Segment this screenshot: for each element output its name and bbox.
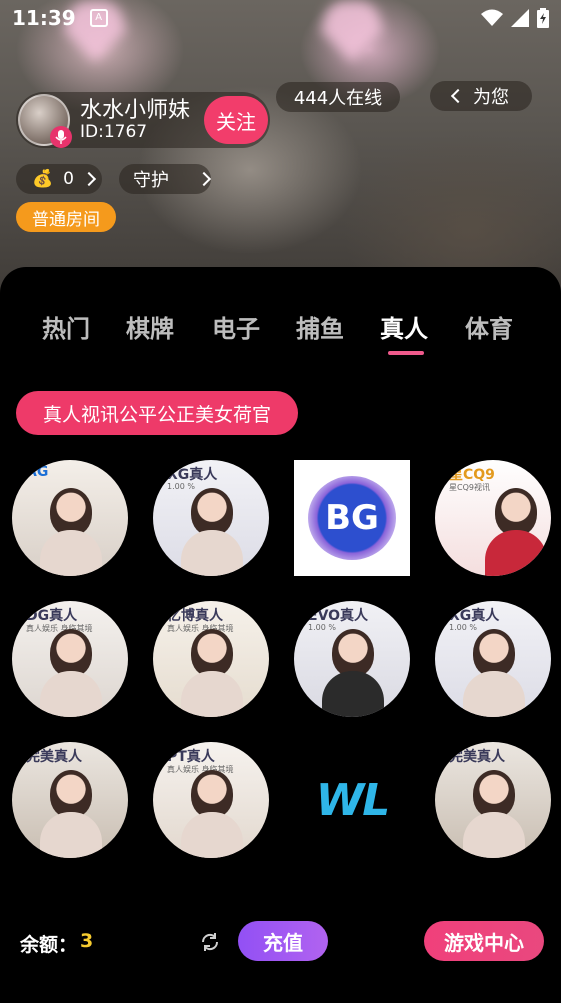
dealer-image [495,488,537,536]
game-tile-xg-2[interactable]: XG真人 1.00 % [435,601,551,717]
recharge-button[interactable]: 充值 [238,921,328,961]
online-count-pill[interactable]: 444人在线 [276,82,400,112]
game-tile-label: 星CQ9 [449,467,495,483]
room-type-badge: 普通房间 [16,202,116,232]
tab-sports[interactable]: 体育 [465,309,513,344]
game-tile-evo[interactable]: EVO真人 1.00 % [294,601,410,717]
dealer-image [473,629,515,677]
category-slogan: 真人视讯公平公正美女荷官 [16,391,298,435]
for-you-button[interactable]: 为您 [430,81,532,111]
dealer-image [332,629,374,677]
notification-icon: A [89,9,108,27]
chevron-right-icon [196,171,212,187]
dealer-image [191,770,233,818]
category-tabs: 热门 棋牌 电子 捕鱼 真人 体育 [0,309,561,349]
status-icons [481,8,549,28]
dealer-image [50,488,92,536]
dealer-image [191,629,233,677]
tab-live[interactable]: 真人 [380,309,428,344]
game-tile-wl[interactable]: WL [294,742,410,858]
game-tile-label: XG真人 [167,467,218,483]
game-tile-wanmei[interactable]: 完美真人 [12,742,128,858]
game-panel: 热门 棋牌 电子 捕鱼 真人 体育 真人视讯公平公正美女荷官 AG XG真人 1… [0,267,561,1003]
game-tile-sub: 1.00 % [308,623,336,632]
chevron-left-icon [450,88,466,104]
tab-fishing[interactable]: 捕鱼 [296,309,344,344]
dealer-image [50,770,92,818]
game-tile-xg[interactable]: XG真人 1.00 % [153,460,269,576]
money-bag-icon: 💰 [32,169,54,189]
game-tile-label: 完美真人 [449,749,505,765]
active-tab-indicator [388,351,424,355]
live-stream-background [0,0,561,300]
game-tile-label: PT真人 [167,749,215,765]
game-tile-label: XG真人 [449,608,500,624]
status-time: 11:39 [12,6,76,30]
coin-balance-pill[interactable]: 💰 0 [16,164,102,194]
game-tile-pt[interactable]: PT真人 真人娱乐 身临其境 [153,742,269,858]
game-tile-sub: 1.00 % [449,623,477,632]
game-center-button[interactable]: 游戏中心 [424,921,544,961]
game-tile-wanmei-2[interactable]: 完美真人 [435,742,551,858]
tab-chess-cards[interactable]: 棋牌 [126,309,174,344]
game-tile-bg[interactable]: BG [294,460,410,576]
chevron-right-icon [81,171,97,187]
game-tile-yibo[interactable]: 亿博真人 真人娱乐 身临其境 [153,601,269,717]
game-tile-label: EVO真人 [308,608,369,624]
tab-electronic[interactable]: 电子 [212,309,260,344]
guard-button[interactable]: 守护 [119,164,212,194]
game-tile-label: 亿博真人 [167,608,223,624]
host-name: 水水小师妹 [80,97,191,123]
game-tile-sub: 星CQ9视讯 [449,483,490,492]
bg-logo: BG [308,476,396,560]
host-id: ID:1767 [80,121,148,142]
game-tile-label: DG真人 [26,608,78,624]
refresh-icon[interactable] [198,930,222,954]
dealer-image [50,629,92,677]
game-tile-dg[interactable]: DG真人 真人娱乐 身临其境 [12,601,128,717]
battery-icon [537,8,549,28]
balance-value: 3 [80,930,94,952]
tab-hot[interactable]: 热门 [42,309,90,344]
balance-label: 余额： [20,934,78,956]
status-bar: 11:39 A [0,0,561,36]
host-avatar[interactable] [18,94,72,148]
for-you-label: 为您 [473,87,509,108]
game-tile-label: AG [26,464,49,480]
game-tile-ag[interactable]: AG [12,460,128,576]
follow-button[interactable]: 关注 [204,96,268,144]
dealer-image [473,770,515,818]
guard-label: 守护 [133,170,169,191]
wifi-icon [481,9,503,26]
game-tile-sub: 1.00 % [167,482,195,491]
host-info-pill[interactable]: 水水小师妹 ID:1767 关注 [16,92,270,148]
signal-icon [511,9,529,27]
bottom-bar: 余额： 3 充值 游戏中心 [0,916,561,972]
coin-value: 0 [63,169,74,189]
dealer-image [191,488,233,536]
mic-icon [50,126,72,148]
game-tile-cq9[interactable]: 星CQ9 星CQ9视讯 [435,460,551,576]
game-tile-label: 完美真人 [26,749,82,765]
wl-logo: WL [315,774,391,826]
